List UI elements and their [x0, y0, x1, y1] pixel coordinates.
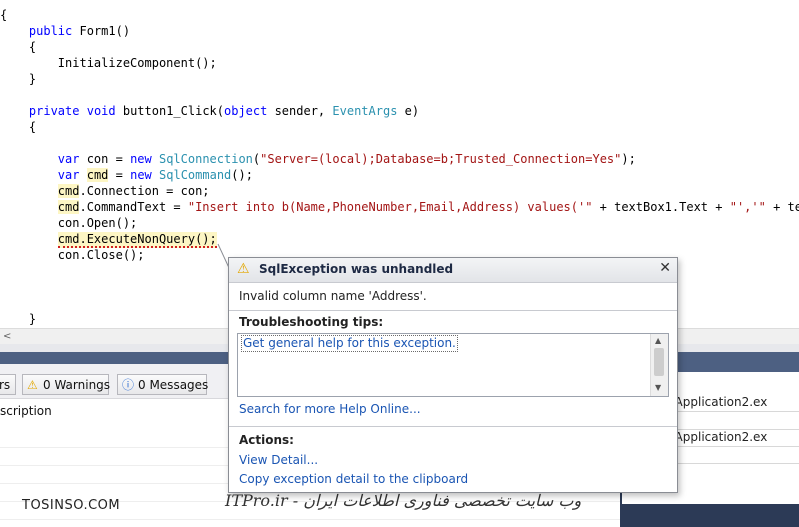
exception-dialog-title-bar: ⚠ SqlException was unhandled ✕: [229, 258, 677, 283]
divider: [229, 310, 677, 311]
code-line-15-error: cmd.ExecuteNonQuery();: [57, 232, 217, 248]
description-column-header[interactable]: scription: [0, 404, 52, 418]
code-line-16: con.Close();: [0, 248, 145, 262]
troubleshooting-heading: Troubleshooting tips:: [239, 315, 384, 329]
code-line-12: cmd.Connection = con;: [57, 184, 210, 198]
tips-scrollbar[interactable]: ▲ ▼: [650, 334, 668, 396]
code-line-2: public Form1(): [28, 24, 131, 38]
warnings-filter-label: 0 Warnings: [43, 378, 111, 392]
scroll-thumb[interactable]: [654, 348, 664, 376]
troubleshooting-tips-list[interactable]: Get general help for this exception. ▲ ▼: [237, 333, 669, 397]
watermark-tosinso: TOSINSO.COM: [22, 498, 121, 513]
scroll-left-icon[interactable]: <: [3, 329, 11, 344]
warning-icon: ⚠: [237, 261, 250, 277]
code-line-20: }: [0, 312, 37, 326]
code-line-10: var con = new SqlConnection("Server=(loc…: [57, 152, 636, 166]
code-line-3: {: [0, 40, 37, 54]
warning-icon: ⚠: [27, 378, 38, 392]
errors-filter-label: rs: [0, 378, 11, 392]
code-line-13: cmd.CommandText = "Insert into b(Name,Ph…: [57, 200, 799, 214]
code-line-14: con.Open();: [0, 216, 138, 230]
watermark-itpro: ITPro.ir - وب سایت تخصصی فناوری اطلاعات …: [225, 491, 582, 510]
info-icon: ⓘ: [122, 378, 135, 392]
code-token: public: [28, 24, 73, 38]
exception-assistant-dialog: ⚠ SqlException was unhandled ✕ Invalid c…: [228, 257, 678, 493]
messages-filter-button[interactable]: ⓘ 0 Messages: [117, 374, 209, 395]
code-line-8: {: [0, 120, 37, 134]
divider: [229, 426, 677, 427]
code-line-1: {: [0, 8, 8, 22]
exception-title: SqlException was unhandled: [259, 262, 454, 276]
exception-message: Invalid column name 'Address'.: [239, 289, 427, 303]
scroll-up-icon[interactable]: ▲: [655, 336, 661, 345]
warnings-filter-button[interactable]: ⚠ 0 Warnings: [22, 374, 111, 395]
call-stack-footer: [622, 504, 799, 527]
messages-filter-label: 0 Messages: [138, 378, 209, 392]
errors-filter-button[interactable]: rs: [0, 374, 16, 395]
general-help-link[interactable]: Get general help for this exception.: [241, 335, 458, 352]
code-line-5: }: [0, 72, 37, 86]
close-icon[interactable]: ✕: [659, 260, 671, 276]
code-line-7: private void button1_Click(object sender…: [28, 104, 420, 118]
code-line-11: var cmd = new SqlCommand();: [57, 168, 253, 182]
search-help-online-link[interactable]: Search for more Help Online...: [239, 402, 421, 416]
view-detail-link[interactable]: View Detail...: [239, 453, 318, 467]
actions-heading: Actions:: [239, 433, 294, 447]
scroll-down-icon[interactable]: ▼: [655, 383, 661, 392]
copy-exception-detail-link[interactable]: Copy exception detail to the clipboard: [239, 472, 468, 486]
code-line-4: InitializeComponent();: [0, 56, 217, 70]
